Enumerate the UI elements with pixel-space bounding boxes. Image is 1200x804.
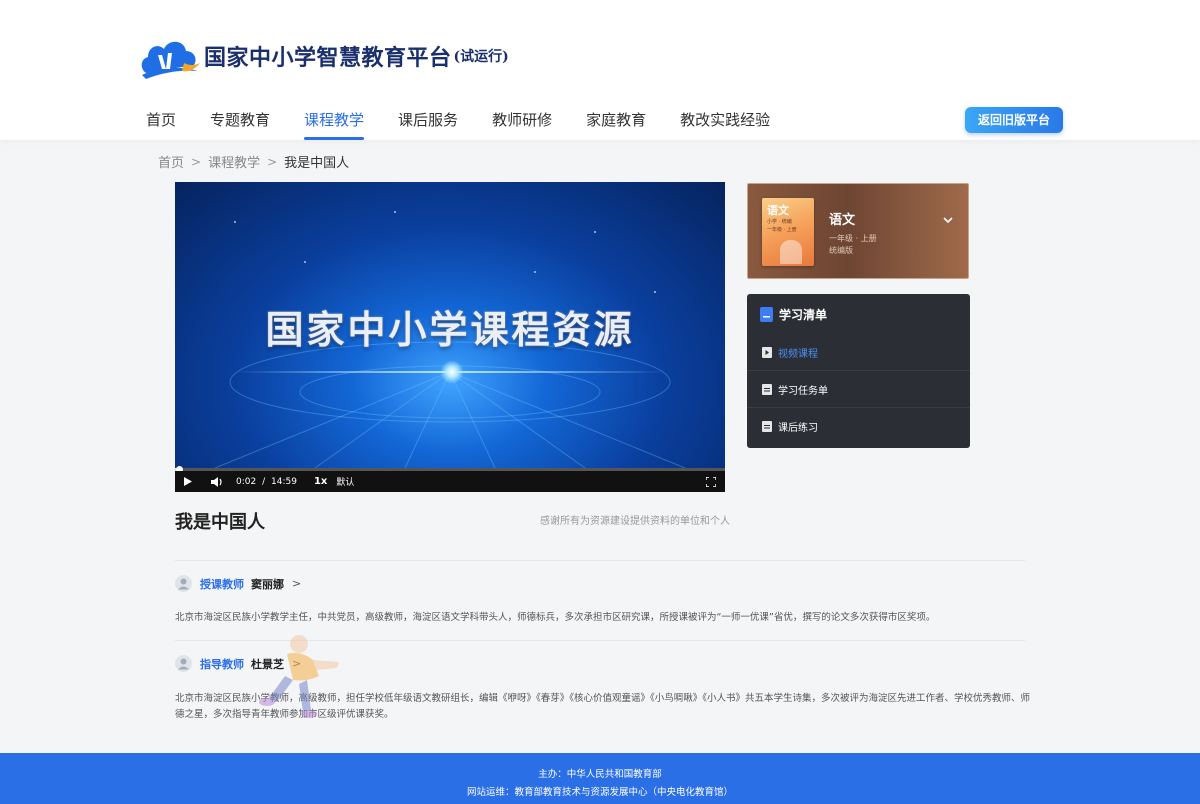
video-time: 0:02 / 14:59 <box>236 477 297 487</box>
study-item-task-sheet[interactable]: 学习任务单 <box>747 370 970 407</box>
breadcrumb-home[interactable]: 首页 <box>158 152 184 171</box>
study-item-label: 学习任务单 <box>778 385 828 397</box>
study-item-label: 课后练习 <box>778 422 818 434</box>
site-subtitle: (试运行) <box>453 49 509 65</box>
nav-course-teaching[interactable]: 课程教学 <box>304 108 365 140</box>
nav-reform-practice[interactable]: 教改实践经验 <box>680 108 770 140</box>
textbook-cover-subtitle: 小学 · 统编 一年级 · 上册 <box>767 218 797 234</box>
subject-selector[interactable]: 语文 小学 · 统编 一年级 · 上册 语文 一年级 · 上册 统编版 <box>747 183 969 279</box>
study-item-video-course[interactable]: 视频课程 <box>747 334 970 371</box>
light-flare <box>440 360 464 384</box>
lesson-title: 我是中国人 <box>175 512 265 533</box>
nav-home[interactable]: 首页 <box>146 108 176 140</box>
textbook-cover: 语文 小学 · 统编 一年级 · 上册 <box>762 198 814 266</box>
divider <box>175 560 1025 561</box>
subject-grade: 一年级 · 上册 <box>829 234 877 243</box>
video-doc-icon <box>762 347 772 358</box>
study-item-label: 视频课程 <box>778 349 818 360</box>
site-logo[interactable]: 国家中小学智慧教育平台 (试运行) <box>138 32 509 80</box>
footer-operator: 网站运维：教育部教育技术与资源发展中心（中央电化教育馆） <box>466 787 733 798</box>
textbook-cover-line1: 小学 · 统编 <box>767 219 792 225</box>
teacher-role: 授课教师 <box>200 577 244 591</box>
textbook-cover-line2: 一年级 · 上册 <box>767 227 797 233</box>
play-icon[interactable] <box>184 477 192 486</box>
teacher-lecturer[interactable]: 授课教师 窦丽娜 > <box>175 575 301 592</box>
nav-topic-education[interactable]: 专题教育 <box>210 108 270 140</box>
volume-icon[interactable] <box>211 476 223 487</box>
video-screen[interactable]: 国家中小学课程资源 <box>175 182 725 468</box>
chevron-right-icon[interactable]: > <box>292 577 301 590</box>
avatar-icon <box>175 575 192 592</box>
nav-teacher-training[interactable]: 教师研修 <box>492 108 552 140</box>
cloud-book-logo-icon <box>141 41 200 79</box>
nav-family-education[interactable]: 家庭教育 <box>586 108 646 140</box>
footer-sponsor: 主办：中华人民共和国教育部 <box>538 769 662 780</box>
teacher-description: 北京市海淀区民族小学教学主任，中共党员，高级教师，海淀区语文学科带头人，师德标兵… <box>175 612 936 623</box>
chevron-down-icon[interactable] <box>941 213 955 227</box>
video-controls: 0:02 / 14:59 1x 默认 <box>175 471 725 492</box>
site-title: 国家中小学智慧教育平台 <box>204 45 452 71</box>
study-list-title: 学习清单 <box>779 308 828 322</box>
checklist-icon <box>760 307 773 322</box>
study-item-exercise[interactable]: 课后练习 <box>747 407 970 444</box>
breadcrumb-separator: > <box>191 154 202 169</box>
video-screen-title: 国家中小学课程资源 <box>265 308 635 352</box>
document-icon <box>762 383 772 395</box>
teacher-role: 指导教师 <box>200 657 244 671</box>
breadcrumb-current: 我是中国人 <box>284 156 350 171</box>
duration: 14:59 <box>271 476 297 487</box>
video-player[interactable]: 国家中小学课程资源 0:02 / 14:59 1x 默认 <box>175 182 725 492</box>
cartoon-student-illustration-icon <box>259 635 339 718</box>
current-time: 0:02 <box>236 476 257 487</box>
subject-name: 语文 <box>829 213 856 228</box>
teacher-name: 窦丽娜 <box>251 577 284 591</box>
return-old-platform-button[interactable]: 返回旧版平台 <box>965 107 1063 133</box>
quality-button[interactable]: 默认 <box>336 475 354 488</box>
main-nav: 首页 专题教育 课程教学 课后服务 教师研修 家庭教育 教改实践经验 <box>146 108 804 140</box>
time-separator: / <box>262 476 266 487</box>
fullscreen-icon[interactable] <box>706 476 716 487</box>
study-list-panel: 学习清单 视频课程 学习任务单 课后练习 <box>747 294 970 448</box>
site-footer: 主办：中华人民共和国教育部 网站运维：教育部教育技术与资源发展中心（中央电化教育… <box>0 753 1200 804</box>
breadcrumb-course-teaching[interactable]: 课程教学 <box>208 152 260 171</box>
subject-edition: 统编版 <box>829 246 853 255</box>
breadcrumb-separator: > <box>267 154 278 169</box>
textbook-cover-title: 语文 <box>767 204 789 217</box>
site-header: 国家中小学智慧教育平台 (试运行) 首页 专题教育 课程教学 课后服务 教师研修… <box>0 0 1200 140</box>
playback-rate-button[interactable]: 1x <box>314 476 327 487</box>
study-list-header: 学习清单 <box>760 306 827 323</box>
avatar-icon <box>175 655 192 672</box>
nav-after-school[interactable]: 课后服务 <box>398 108 458 140</box>
breadcrumb: 首页 > 课程教学 > 我是中国人 <box>158 152 350 172</box>
textbook-cover-figure-icon <box>780 240 802 264</box>
document-icon <box>762 420 772 432</box>
thanks-note: 感谢所有为资源建设提供资料的单位和个人 <box>540 516 730 527</box>
